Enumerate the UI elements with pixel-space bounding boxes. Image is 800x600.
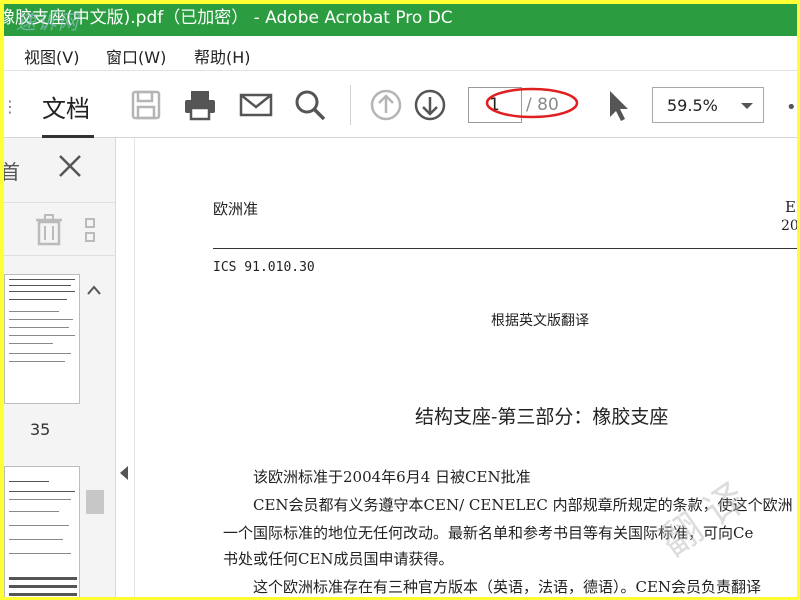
doc-paragraph: 该欧洲标准于2004年6月4 日被CEN批准 — [253, 468, 531, 486]
select-tool-button[interactable] — [600, 87, 636, 123]
zoom-value: 59.5% — [667, 96, 718, 115]
panel-options-icon[interactable] — [84, 217, 96, 245]
overlay-watermark: 速诉网 — [16, 10, 79, 34]
page-up-icon — [370, 89, 402, 121]
email-icon — [239, 93, 273, 117]
panel-title: 首 — [4, 160, 20, 184]
search-button[interactable] — [292, 87, 328, 123]
page-thumbnail[interactable] — [4, 274, 80, 404]
page-thumbnail[interactable] — [4, 466, 80, 597]
doc-subtitle: 根据英文版翻译 — [491, 313, 589, 329]
doc-paragraph: 书处或任何CEN成员国申请获得。 — [223, 550, 454, 568]
document-view[interactable]: 欧洲准 EI 200 ICS 91.010.30 根据英文版翻译 结构支座-第三… — [134, 138, 797, 597]
more-tools-icon[interactable]: • — [786, 97, 797, 118]
panel-scrollbar-thumb[interactable] — [86, 490, 104, 514]
page-up-button[interactable] — [368, 87, 404, 123]
doc-ics-code: ICS 91.010.30 — [213, 260, 315, 275]
thumbnail-panel: 首 35 — [4, 138, 116, 597]
doc-title: 结构支座-第三部分：橡胶支座 — [415, 406, 669, 428]
doc-header-right-2: 200 — [781, 218, 797, 234]
menu-help[interactable]: 帮助(H) — [194, 44, 251, 68]
chevron-up-icon[interactable] — [86, 284, 102, 296]
tab-document[interactable]: 文档 — [42, 89, 90, 124]
save-button[interactable] — [128, 87, 164, 123]
zoom-select[interactable]: 59.5% — [652, 87, 764, 123]
panel-tools — [4, 202, 116, 256]
doc-paragraph: 这个欧洲标准存在有三种官方版本（英语，法语，德语）。CEN会员负责翻译 — [253, 578, 762, 596]
translation-watermark: 翻 译 — [652, 474, 755, 566]
close-icon[interactable] — [56, 152, 84, 180]
doc-header-rule — [213, 248, 797, 249]
toolbar-separator — [350, 85, 351, 125]
thumbnail-page-number: 35 — [30, 420, 51, 439]
acrobat-window: 橡胶支座(中文版).pdf（已加密） - Adobe Acrobat Pro D… — [4, 4, 797, 597]
chevron-down-icon — [741, 103, 753, 109]
doc-header-right-1: EI — [785, 198, 797, 216]
toolbar: ⋮ 文档 1 / 80 59.5% • — [4, 70, 797, 138]
search-icon — [295, 90, 326, 121]
menu-view[interactable]: 视图(V) — [24, 44, 79, 68]
collapse-panel-icon[interactable] — [120, 466, 128, 480]
title-bar: 橡胶支座(中文版).pdf（已加密） - Adobe Acrobat Pro D… — [4, 4, 797, 36]
menu-bar: 视图(V) 窗口(W) 帮助(H) — [4, 36, 797, 70]
page-down-button[interactable] — [412, 87, 448, 123]
toolbar-grip-icon[interactable]: ⋮ — [4, 97, 18, 116]
page-down-icon — [414, 89, 446, 121]
select-cursor-icon — [610, 91, 628, 121]
trash-icon[interactable] — [32, 213, 66, 247]
print-button[interactable] — [182, 87, 218, 123]
email-button[interactable] — [238, 87, 274, 123]
red-ellipse-annotation — [485, 87, 579, 119]
doc-header-left: 欧洲准 — [213, 200, 259, 218]
save-icon — [131, 90, 161, 120]
menu-window[interactable]: 窗口(W) — [106, 44, 166, 68]
print-icon — [185, 91, 215, 121]
